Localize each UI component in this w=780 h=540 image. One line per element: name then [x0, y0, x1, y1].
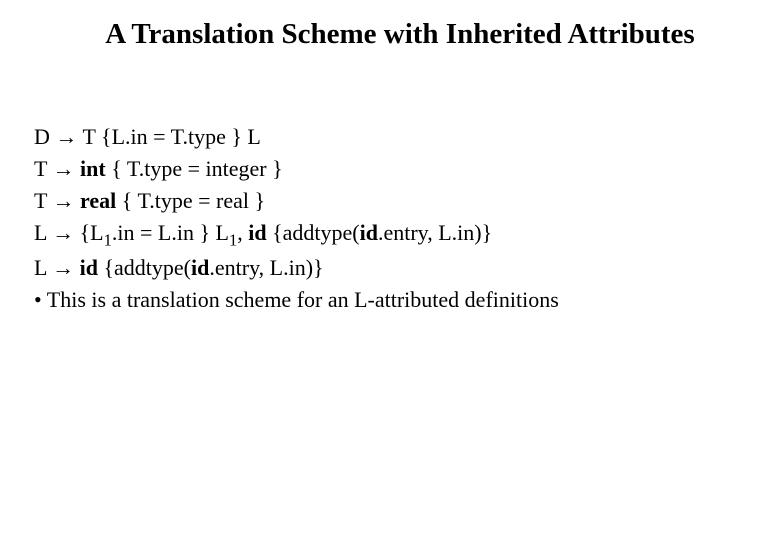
rule-4-sub2: 1 — [229, 230, 237, 249]
rule-2: T → int { T.type = integer } — [34, 153, 750, 185]
rule-5: L → id {addtype(id.entry, L.in)} — [34, 252, 750, 284]
slide-title: A Translation Scheme with Inherited Attr… — [30, 18, 750, 51]
rule-1: D → T {L.in = T.type } L — [34, 121, 750, 153]
rule-4-pre: L → {L — [34, 220, 104, 245]
slide: A Translation Scheme with Inherited Attr… — [0, 0, 780, 540]
rule-3-pre: T → — [34, 188, 80, 213]
rule-5-rest: .entry, L.in)} — [209, 255, 323, 280]
keyword-id-3: id — [80, 255, 98, 280]
keyword-id-2: id — [360, 220, 378, 245]
rule-4-sub1: 1 — [104, 230, 112, 249]
keyword-real: real — [80, 188, 116, 213]
rule-3: T → real { T.type = real } — [34, 185, 750, 217]
rule-4: L → {L1.in = L.in } L1, id {addtype(id.e… — [34, 217, 750, 252]
rule-5-mid: {addtype( — [98, 255, 191, 280]
rule-2-pre: T → — [34, 156, 80, 181]
keyword-id-1: id — [248, 220, 266, 245]
rule-4-mid2: , — [237, 220, 248, 245]
rule-5-pre: L → — [34, 255, 80, 280]
rule-2-rest: { T.type = integer } — [106, 156, 283, 181]
bullet-note: • This is a translation scheme for an L-… — [34, 284, 750, 316]
rule-4-mid1: .in = L.in } L — [112, 220, 229, 245]
keyword-int: int — [80, 156, 106, 181]
rule-4-rest: .entry, L.in)} — [378, 220, 492, 245]
slide-body: D → T {L.in = T.type } L T → int { T.typ… — [30, 121, 750, 316]
rule-3-rest: { T.type = real } — [116, 188, 265, 213]
keyword-id-4: id — [191, 255, 209, 280]
rule-4-mid3: {addtype( — [267, 220, 360, 245]
